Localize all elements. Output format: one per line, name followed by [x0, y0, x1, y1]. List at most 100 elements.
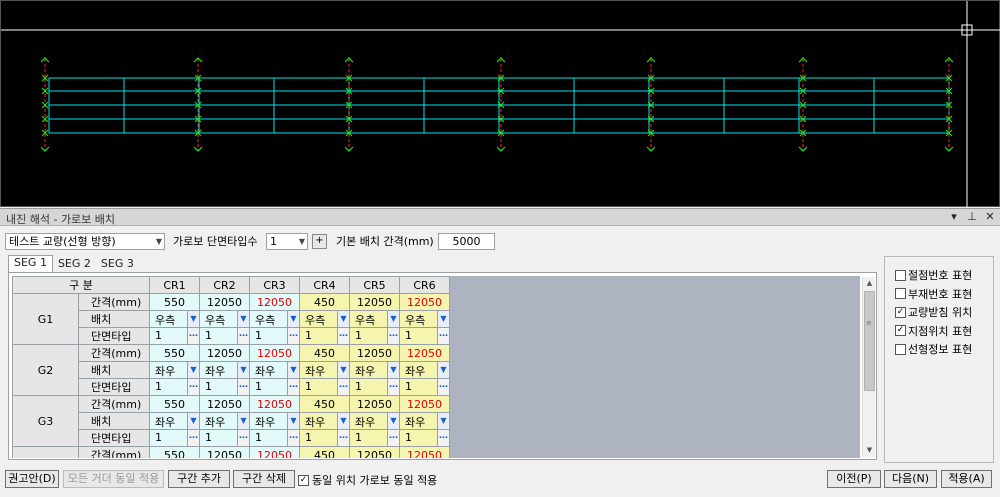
layout-dropdown-cell[interactable]: 우측 ▼ — [249, 310, 300, 328]
section-type-cell[interactable]: 1… — [399, 429, 450, 447]
add-section-type-button[interactable]: + — [312, 234, 327, 249]
option-checkbox[interactable] — [895, 288, 906, 299]
spacing-cell[interactable]: 12050 — [349, 293, 400, 311]
option-row[interactable]: 선형정보 표현 — [895, 341, 972, 357]
column-header-cr1[interactable]: CR1 — [149, 276, 200, 294]
chevron-down-icon[interactable]: ▼ — [337, 311, 349, 327]
spacing-cell[interactable]: 12050 — [399, 395, 450, 413]
panel-dropdown-icon[interactable]: ▾ — [948, 210, 960, 223]
ellipsis-icon[interactable]: … — [187, 430, 199, 446]
section-type-picker[interactable]: 1… — [401, 328, 449, 344]
layout-dropdown[interactable]: 좌우 ▼ — [351, 413, 399, 429]
option-row[interactable]: 절점번호 표현 — [895, 267, 972, 283]
ellipsis-icon[interactable]: … — [437, 379, 449, 395]
ellipsis-icon[interactable]: … — [337, 328, 349, 344]
option-row[interactable]: 부재번호 표현 — [895, 286, 972, 302]
section-type-picker[interactable]: 1… — [201, 328, 249, 344]
spacing-input[interactable]: 5000 — [438, 233, 495, 250]
spacing-cell[interactable]: 550 — [149, 395, 200, 413]
layout-dropdown-cell[interactable]: 우측 ▼ — [399, 310, 450, 328]
layout-dropdown[interactable]: 우측 ▼ — [351, 311, 399, 327]
column-header-cr4[interactable]: CR4 — [299, 276, 350, 294]
spacing-cell[interactable]: 12050 — [349, 344, 400, 362]
tab-seg-1[interactable]: SEG 1 — [8, 255, 53, 272]
column-header-cr2[interactable]: CR2 — [199, 276, 250, 294]
chevron-down-icon[interactable]: ▼ — [387, 362, 399, 378]
section-type-cell[interactable]: 1… — [149, 378, 200, 396]
section-type-picker[interactable]: 1… — [151, 430, 199, 446]
spacing-cell[interactable]: 550 — [149, 446, 200, 458]
spacing-cell[interactable]: 450 — [299, 293, 350, 311]
layout-dropdown[interactable]: 우측 ▼ — [251, 311, 299, 327]
section-type-picker[interactable]: 1… — [251, 328, 299, 344]
ellipsis-icon[interactable]: … — [237, 379, 249, 395]
section-type-picker[interactable]: 1… — [151, 328, 199, 344]
section-type-picker[interactable]: 1… — [301, 328, 349, 344]
layout-dropdown[interactable]: 우측 ▼ — [201, 311, 249, 327]
section-type-picker[interactable]: 1… — [301, 430, 349, 446]
ellipsis-icon[interactable]: … — [187, 328, 199, 344]
layout-dropdown[interactable]: 좌우 ▼ — [401, 362, 449, 378]
option-checkbox[interactable] — [895, 343, 906, 355]
ellipsis-icon[interactable]: … — [387, 328, 399, 344]
bridge-select[interactable]: 테스트 교량(선형 방향) ▼ — [5, 233, 165, 250]
layout-dropdown[interactable]: 좌우 ▼ — [151, 362, 199, 378]
layout-dropdown-cell[interactable]: 좌우 ▼ — [149, 361, 200, 379]
chevron-down-icon[interactable]: ▼ — [337, 413, 349, 429]
chevron-down-icon[interactable]: ▼ — [287, 413, 299, 429]
chevron-down-icon[interactable]: ▼ — [287, 311, 299, 327]
layout-dropdown-cell[interactable]: 우측 ▼ — [349, 310, 400, 328]
section-type-picker[interactable]: 1… — [201, 379, 249, 395]
apply-all-girders-button[interactable]: 모든 거더 동일 적용 — [63, 470, 164, 488]
chevron-down-icon[interactable]: ▼ — [237, 362, 249, 378]
layout-dropdown-cell[interactable]: 좌우 ▼ — [299, 412, 350, 430]
chevron-down-icon[interactable]: ▼ — [387, 413, 399, 429]
section-type-cell[interactable]: 1… — [199, 378, 250, 396]
pin-icon[interactable]: ⊥ — [966, 210, 978, 223]
layout-dropdown-cell[interactable]: 좌우 ▼ — [249, 412, 300, 430]
section-type-cell[interactable]: 1… — [349, 429, 400, 447]
layout-dropdown[interactable]: 좌우 ▼ — [301, 413, 349, 429]
section-type-picker[interactable]: 1… — [201, 430, 249, 446]
tab-seg-3[interactable]: SEG 3 — [96, 257, 139, 272]
layout-dropdown-cell[interactable]: 좌우 ▼ — [149, 412, 200, 430]
layout-dropdown[interactable]: 좌우 ▼ — [251, 413, 299, 429]
chevron-down-icon[interactable]: ▼ — [237, 311, 249, 327]
layout-dropdown[interactable]: 좌우 ▼ — [351, 362, 399, 378]
spacing-cell[interactable]: 12050 — [249, 293, 300, 311]
section-type-picker[interactable]: 1… — [351, 430, 399, 446]
section-type-cell[interactable]: 1… — [249, 429, 300, 447]
column-header-cr5[interactable]: CR5 — [349, 276, 400, 294]
option-checkbox[interactable]: ✓ — [895, 325, 906, 336]
apply-button[interactable]: 적용(A) — [941, 470, 992, 488]
layout-dropdown-cell[interactable]: 우측 ▼ — [199, 310, 250, 328]
section-type-cell[interactable]: 1… — [199, 429, 250, 447]
spacing-cell[interactable]: 12050 — [199, 293, 250, 311]
next-button[interactable]: 다음(N) — [884, 470, 937, 488]
layout-dropdown-cell[interactable]: 좌우 ▼ — [399, 361, 450, 379]
ellipsis-icon[interactable]: … — [237, 430, 249, 446]
add-section-button[interactable]: 구간 추가 — [168, 470, 230, 488]
prev-button[interactable]: 이전(P) — [827, 470, 881, 488]
section-type-cell[interactable]: 1… — [249, 327, 300, 345]
spacing-cell[interactable]: 12050 — [199, 395, 250, 413]
layout-dropdown[interactable]: 좌우 ▼ — [301, 362, 349, 378]
ellipsis-icon[interactable]: … — [437, 430, 449, 446]
column-header-cr6[interactable]: CR6 — [399, 276, 450, 294]
section-type-picker[interactable]: 1… — [351, 328, 399, 344]
scroll-up-icon[interactable]: ▲ — [863, 277, 876, 290]
spacing-cell[interactable]: 12050 — [399, 293, 450, 311]
layout-dropdown-cell[interactable]: 좌우 ▼ — [299, 361, 350, 379]
layout-dropdown-cell[interactable]: 좌우 ▼ — [349, 412, 400, 430]
spacing-cell[interactable]: 450 — [299, 395, 350, 413]
option-checkbox[interactable]: ✓ — [895, 306, 906, 318]
spacing-cell[interactable]: 12050 — [249, 344, 300, 362]
layout-dropdown[interactable]: 좌우 ▼ — [201, 362, 249, 378]
layout-dropdown-cell[interactable]: 좌우 ▼ — [399, 412, 450, 430]
layout-dropdown[interactable]: 우측 ▼ — [301, 311, 349, 327]
column-header-cr3[interactable]: CR3 — [249, 276, 300, 294]
section-type-cell[interactable]: 1… — [349, 378, 400, 396]
chevron-down-icon[interactable]: ▼ — [437, 413, 449, 429]
layout-dropdown[interactable]: 우측 ▼ — [151, 311, 199, 327]
spacing-cell[interactable]: 450 — [299, 446, 350, 458]
